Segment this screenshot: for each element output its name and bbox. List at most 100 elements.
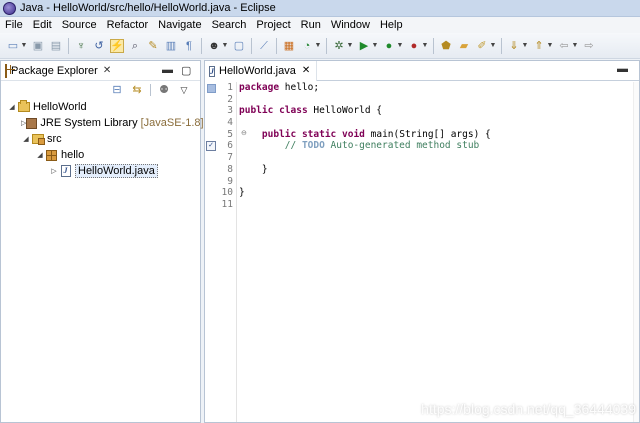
open-type-grid-icon[interactable]: ▦ (282, 39, 296, 53)
menu-file[interactable]: File (0, 17, 28, 33)
toolbar-separator (276, 37, 277, 54)
package-explorer-panel: Package Explorer ✕ ▬ ▢ ⊟ ⇆ ⚉ ▽ ◢ HelloWo… (0, 60, 204, 423)
coverage-dropdown-icon[interactable]: ▼ (315, 39, 322, 53)
back-dropdown-icon[interactable]: ▼ (572, 39, 579, 53)
code-area[interactable]: package hello; public class HelloWorld {… (237, 82, 639, 422)
line-number: 2 (227, 93, 233, 105)
previous-annotation-icon[interactable]: ⇑ (532, 39, 546, 53)
menu-bar: File Edit Source Refactor Navigate Searc… (0, 17, 640, 33)
menu-window[interactable]: Window (326, 17, 375, 33)
debug-person-dropdown-icon[interactable]: ▼ (222, 39, 229, 53)
tab-helloworld-java[interactable]: J HelloWorld.java ✕ (205, 60, 318, 81)
package-tree: ◢ HelloWorld ▷ JRE System Library [JavaS… (1, 99, 204, 179)
external-tools-dropdown-icon[interactable]: ▼ (422, 39, 429, 53)
toolbar-separator (326, 37, 327, 54)
java-project-icon (17, 100, 30, 113)
comment-text: Auto-generated method stub (324, 140, 480, 152)
debug-person-icon[interactable]: ☻ (207, 39, 221, 53)
save-all-icon[interactable]: ▤ (49, 39, 63, 53)
comment-text: // (284, 140, 302, 152)
link-with-editor-icon[interactable]: ⇆ (130, 83, 144, 97)
window-title: Java - HelloWorld/src/hello/HelloWorld.j… (20, 2, 276, 14)
next-annotation-icon[interactable]: ⇓ (507, 39, 521, 53)
package-explorer-tab-label: Package Explorer (11, 64, 98, 77)
new-dropdown-icon[interactable]: ▼ (21, 39, 28, 53)
keyword-class: class (279, 105, 308, 117)
tree-row-project[interactable]: ◢ HelloWorld (1, 99, 200, 115)
menu-search[interactable]: Search (207, 17, 252, 33)
menu-project[interactable]: Project (251, 17, 295, 33)
expanded-arrow-icon[interactable]: ◢ (21, 135, 31, 143)
history-icon[interactable]: ↺ (92, 39, 106, 53)
menu-navigate[interactable]: Navigate (153, 17, 206, 33)
run-external-dropdown-icon[interactable]: ▼ (397, 39, 404, 53)
editor-body[interactable]: ✓ 1 2 3 4 5 6 7 8 9 10 11 ⊖ package hell… (205, 82, 639, 422)
search-toggle-icon[interactable]: ⌕ (128, 39, 142, 53)
back-icon[interactable]: ⇦ (557, 39, 571, 53)
keyword-public: public (261, 128, 297, 140)
pin-editor-icon[interactable]: ♆ (74, 39, 88, 53)
forward-icon[interactable]: ⇨ (582, 39, 596, 53)
toolbar-separator (433, 37, 434, 54)
file-label: HelloWorld.java (75, 164, 158, 178)
open-folder-icon[interactable]: ▰ (457, 39, 471, 53)
next-annotation-dropdown-icon[interactable]: ▼ (522, 39, 529, 53)
mark-occurrences-icon[interactable]: ✎ (146, 39, 160, 53)
expanded-arrow-icon[interactable]: ◢ (7, 103, 17, 111)
new-wizard-icon[interactable]: ▭ (6, 39, 20, 53)
code-line-10: } (239, 187, 245, 199)
task-marker-icon[interactable]: ✓ (206, 141, 216, 151)
menu-edit[interactable]: Edit (28, 17, 57, 33)
console-icon[interactable]: ▢ (232, 39, 246, 53)
menu-source[interactable]: Source (57, 17, 102, 33)
maximize-icon[interactable]: ▢ (181, 64, 191, 77)
external-tools-icon[interactable]: ● (407, 39, 421, 53)
run-dropdown-icon[interactable]: ▼ (372, 39, 379, 53)
line-number: 8 (227, 163, 233, 175)
expanded-arrow-icon[interactable]: ◢ (35, 151, 45, 159)
library-jar-icon (26, 117, 38, 129)
debug-dropdown-icon[interactable]: ▼ (347, 39, 354, 53)
previous-annotation-dropdown-icon[interactable]: ▼ (547, 39, 554, 53)
collapse-all-icon[interactable]: ⊟ (110, 83, 124, 97)
new-java-class-icon[interactable]: ✐ (475, 39, 489, 53)
eclipse-app-icon (3, 1, 16, 15)
tree-row-file[interactable]: ▷ J HelloWorld.java (1, 163, 200, 179)
close-icon[interactable]: ✕ (302, 65, 310, 76)
tree-row-package[interactable]: ◢ hello (1, 147, 200, 163)
focus-on-active-task-icon[interactable]: ⚉ (157, 83, 171, 97)
coverage-icon[interactable]: ◔ (300, 39, 314, 53)
code-text: hello; (279, 82, 320, 93)
line-number-ruler: 1 2 3 4 5 6 7 8 9 10 11 ⊖ (217, 82, 247, 422)
run-external-icon[interactable]: ● (382, 39, 396, 53)
overview-ruler[interactable] (633, 82, 639, 422)
new-class-dropdown-icon[interactable]: ▼ (490, 39, 497, 53)
save-icon[interactable]: ▣ (31, 39, 45, 53)
collapsed-arrow-icon[interactable]: ▷ (49, 167, 59, 175)
menu-help[interactable]: Help (375, 17, 408, 33)
highlight-toggle-icon[interactable]: ⚡ (110, 38, 124, 53)
minimize-icon[interactable]: ▬ (617, 63, 628, 75)
tab-package-explorer[interactable]: Package Explorer ✕ (1, 61, 115, 81)
line-number: 1 (227, 82, 233, 93)
code-line-8: } (239, 163, 268, 175)
debug-bug-icon[interactable]: ✲ (332, 39, 346, 53)
view-menu-icon[interactable]: ▽ (177, 83, 191, 97)
java-file-icon: J (59, 165, 72, 177)
minimize-icon[interactable]: ▬ (162, 64, 173, 76)
run-icon[interactable]: ▶ (357, 39, 371, 53)
menu-run[interactable]: Run (296, 17, 326, 33)
menu-refactor[interactable]: Refactor (102, 17, 154, 33)
block-selection-icon[interactable]: ▥ (164, 39, 178, 53)
tree-row-jre[interactable]: ▷ JRE System Library [JavaSE-1.8] (1, 115, 204, 131)
show-whitespace-icon[interactable]: ¶ (182, 39, 196, 53)
tree-row-src[interactable]: ◢ src (1, 131, 200, 147)
new-java-package-icon[interactable]: ⬟ (439, 39, 453, 53)
skip-breakpoints-icon[interactable]: ⟋ (257, 39, 271, 53)
close-icon[interactable]: ✕ (103, 65, 111, 76)
